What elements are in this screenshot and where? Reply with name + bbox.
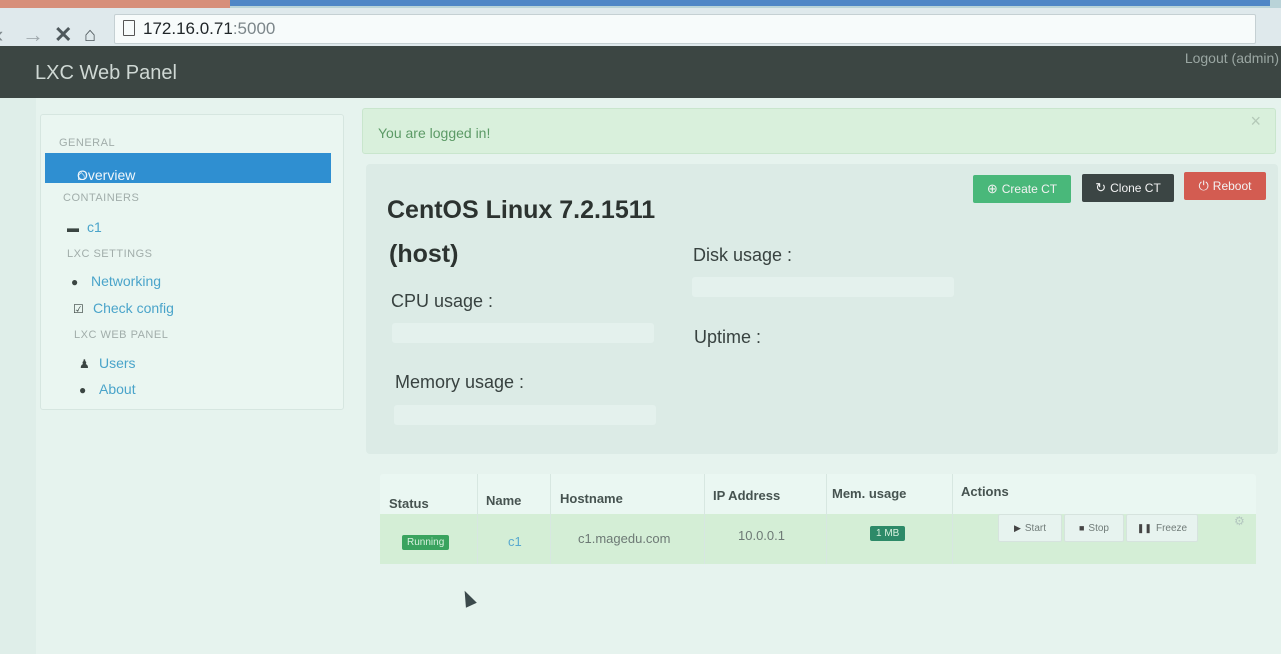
plus-circle-icon: ⊕ [986,181,998,196]
back-arrow-icon[interactable]: ‹ [0,22,3,48]
container-name-link[interactable]: c1 [508,534,522,549]
container-hostname: c1.magedu.com [578,531,671,546]
column-divider [550,474,551,564]
sidebar-item-overview[interactable]: ⌂ Overview [45,153,331,183]
sidebar-item-networking[interactable]: ● Networking [71,273,161,289]
login-alert: You are logged in! × [362,108,1276,154]
disk-usage-label: Disk usage : [693,245,793,265]
sidebar-header-lxc-web-panel: LXC WEB PANEL [74,329,169,341]
cpu-usage-bar [392,323,654,343]
power-icon: ⏻ [1198,178,1209,193]
sidebar-header-general: GENERAL [59,137,116,149]
mem-usage-badge: 1 MB [870,526,906,541]
check-icon: ☑ [73,302,84,316]
header-ip-address: IP Address [713,488,781,503]
refresh-icon: ↻ [1095,180,1107,195]
gear-icon[interactable]: ⚙ [1234,514,1245,528]
mouse-cursor [459,588,477,608]
url-text: 172.16.0.71:5000 [143,19,276,38]
cpu-usage-label: CPU usage : [391,291,494,311]
container-icon: ▬ [67,221,79,235]
close-icon[interactable]: ✕ [54,22,72,48]
user-icon: ♟ [79,357,90,371]
column-divider [952,474,953,564]
sidebar-item-about[interactable]: ● About [79,381,136,397]
memory-usage-bar [394,405,656,425]
freeze-button[interactable]: ❚❚ Freeze [1126,514,1198,542]
top-navbar: LXC Web Panel Logout (admin) [0,46,1281,98]
page-icon [123,20,135,36]
clone-ct-button[interactable]: ↻ Clone CT [1082,174,1174,202]
start-button[interactable]: ▶ Start [998,514,1062,542]
info-icon: ● [79,383,87,397]
status-badge: Running [402,535,450,550]
stop-icon: ■ [1078,523,1085,533]
host-title: CentOS Linux 7.2.1511 [387,196,656,224]
uptime-label: Uptime : [694,327,762,347]
sidebar-header-containers: CONTAINERS [63,192,140,204]
sidebar-item-check-config[interactable]: ☑ Check config [73,300,174,316]
header-name: Name [486,493,522,508]
header-actions: Actions [961,484,1009,499]
stop-button[interactable]: ■ Stop [1064,514,1124,542]
globe-icon: ● [71,275,79,289]
create-ct-button[interactable]: ⊕ Create CT [973,175,1071,203]
column-divider [826,474,827,564]
sidebar-item-label: Overview [77,167,136,183]
address-bar[interactable]: 172.16.0.71:5000 [114,14,1256,44]
close-icon[interactable]: × [1250,111,1261,132]
forward-arrow-icon[interactable]: → [22,22,44,48]
column-divider [477,474,478,564]
sidebar-item-users[interactable]: ♟ Users [79,355,136,371]
disk-usage-bar [692,277,954,297]
header-hostname: Hostname [560,491,623,506]
container-ip: 10.0.0.1 [738,528,785,543]
brand-title[interactable]: LXC Web Panel [35,62,177,85]
alert-text: You are logged in! [378,125,491,141]
browser-tab[interactable] [0,0,230,8]
browser-titlebar [230,0,1270,6]
header-mem-usage: Mem. usage [832,486,907,501]
logout-link[interactable]: Logout (admin) [1185,50,1279,66]
containers-table: Status Name Hostname IP Address Mem. usa… [380,474,1256,564]
home-icon[interactable]: ⌂ [84,22,96,48]
host-subtitle: (host) [389,240,459,268]
play-icon: ▶ [1013,522,1021,533]
column-divider [704,474,705,564]
sidebar-item-c1[interactable]: ▬ c1 [67,219,102,235]
pause-icon: ❚❚ [1136,522,1152,533]
header-status: Status [389,496,429,511]
reboot-button[interactable]: ⏻ Reboot [1184,172,1266,200]
page-margin [0,98,36,654]
sidebar: GENERAL ⌂ Overview CONTAINERS ▬ c1 LXC SET… [40,114,344,410]
sidebar-header-lxc-settings: LXC SETTINGS [67,248,153,260]
memory-usage-label: Memory usage : [395,372,525,392]
